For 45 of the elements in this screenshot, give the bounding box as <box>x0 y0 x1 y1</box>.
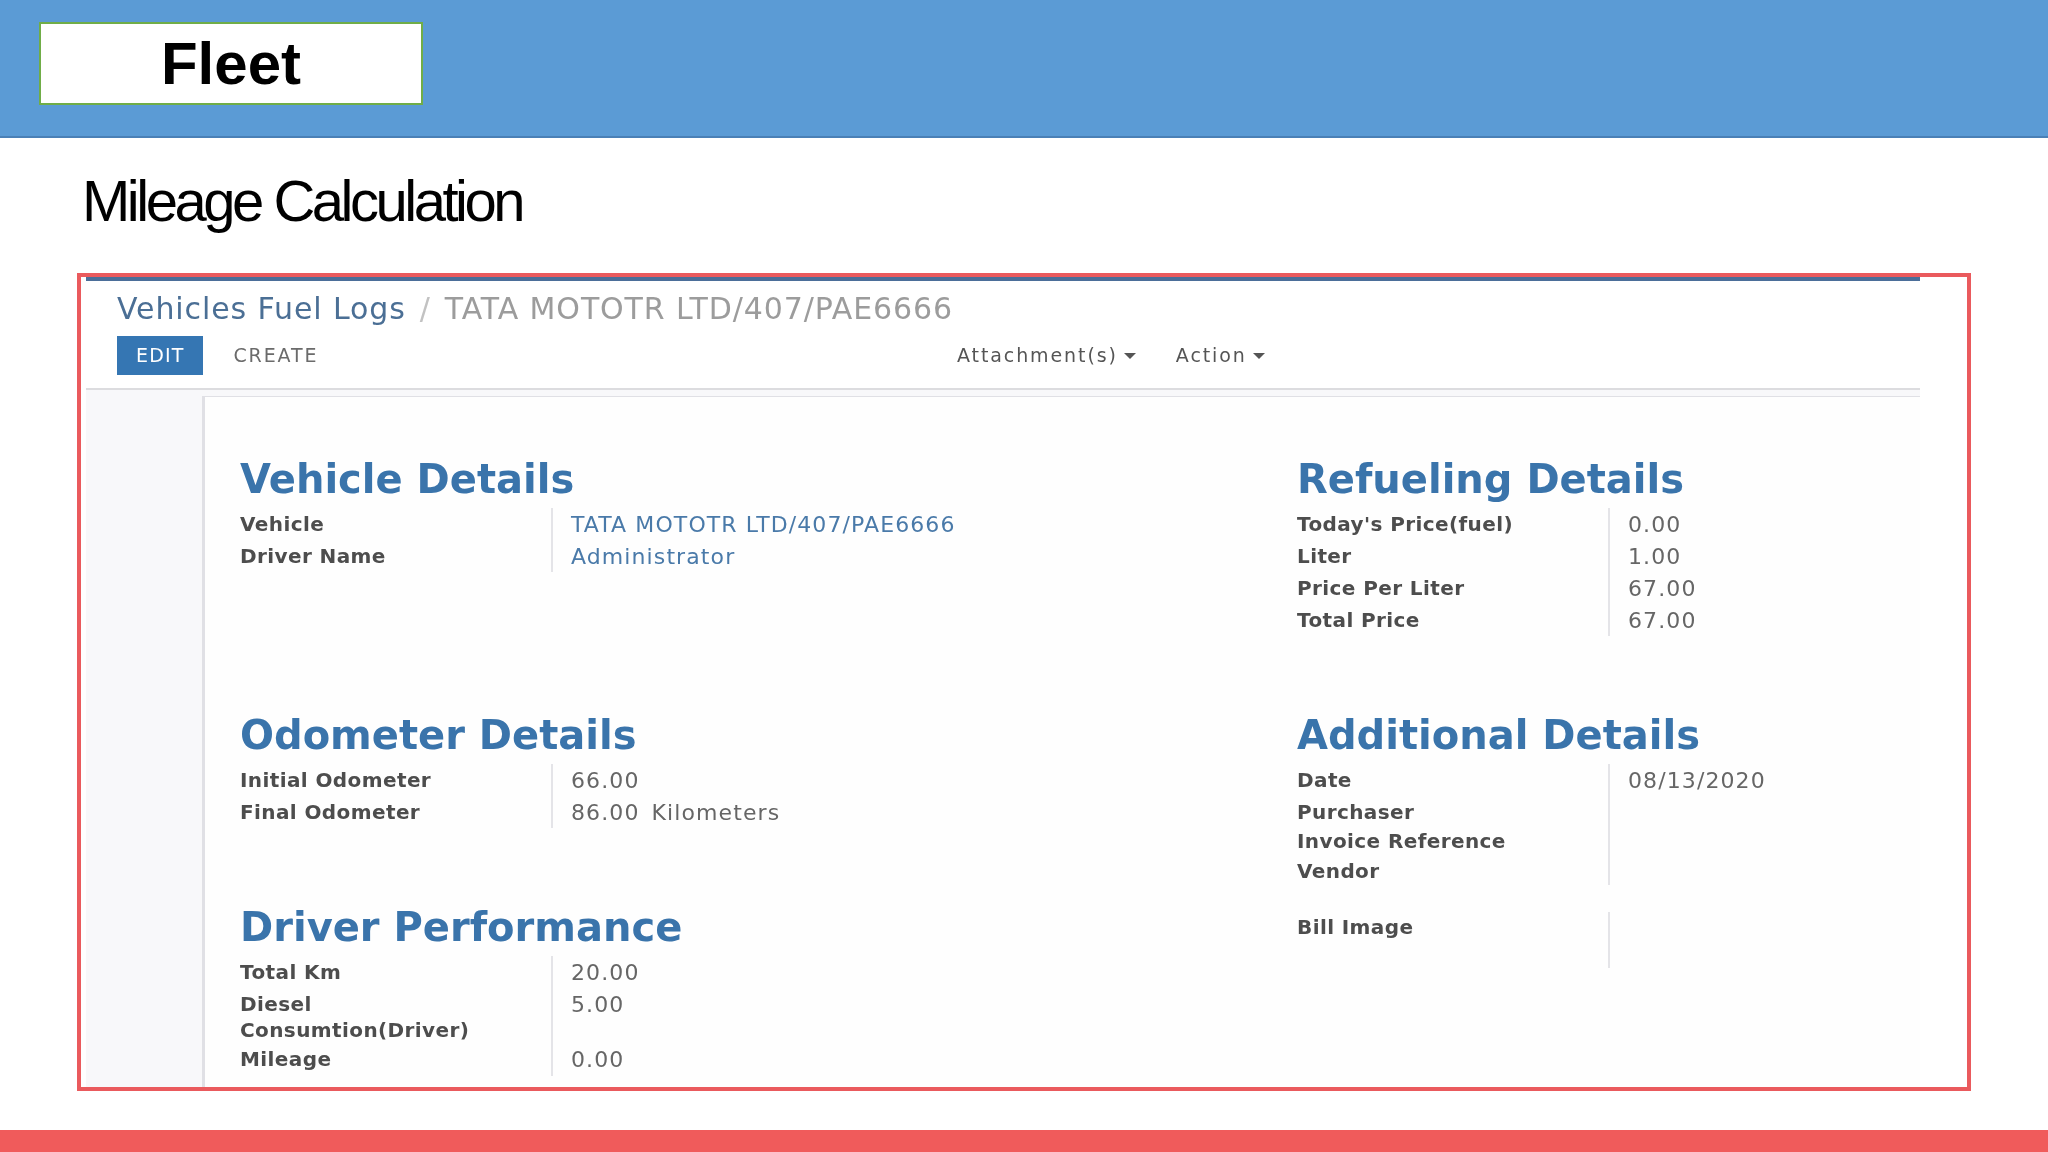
field-label: Price Per Liter <box>1297 575 1465 600</box>
field-label: Date <box>1297 767 1352 792</box>
breadcrumb-current: TATA MOTOTR LTD/407/PAE6666 <box>444 291 953 327</box>
field-value: 20.00 <box>571 959 640 985</box>
caret-icon <box>1252 352 1265 359</box>
field-label: Liter <box>1297 543 1352 568</box>
section-heading: Driver Performance <box>240 904 683 950</box>
section-title: Fleet <box>39 22 423 105</box>
field-label: Diesel Consumtion(Driver) <box>240 991 470 1042</box>
field-label: Invoice Reference <box>1297 829 1506 853</box>
field-label: Purchaser <box>1297 799 1415 824</box>
field-value: 0.00 <box>1628 511 1682 537</box>
section-heading: Odometer Details <box>240 712 637 758</box>
field-label: Vendor <box>1297 858 1380 883</box>
field-value: 08/13/2020 <box>1628 767 1766 793</box>
unit-label: Kilometers <box>651 799 781 825</box>
section-heading: Vehicle Details <box>240 456 575 502</box>
field-value: 67.00 <box>1628 575 1697 601</box>
field-label: Total Km <box>240 959 342 984</box>
field-label: Total Price <box>1297 607 1420 632</box>
field-link[interactable]: Administrator <box>571 543 736 569</box>
field-label: Initial Odometer <box>240 767 432 792</box>
field-link[interactable]: TATA MOTOTR LTD/407/PAE6666 <box>571 511 956 537</box>
field-value: 66.00 <box>571 767 640 793</box>
field-label: Driver Name <box>240 543 386 568</box>
field-label: Bill Image <box>1297 915 1414 939</box>
section-heading: Refueling Details <box>1297 456 1685 502</box>
field-value: 5.00 <box>571 991 625 1017</box>
dropdown-menu[interactable]: Attachment(s) <box>943 336 1150 375</box>
field-value: 67.00 <box>1628 607 1697 633</box>
dropdown-menu[interactable]: Action <box>1161 336 1279 375</box>
field-value: 86.00 <box>571 799 640 825</box>
field-value: 0.00 <box>571 1047 625 1072</box>
section-heading: Additional Details <box>1297 712 1701 758</box>
field-label: Vehicle <box>240 511 325 536</box>
slide-title: Mileage Calculation <box>82 169 523 233</box>
edit-button[interactable]: EDIT <box>117 336 204 375</box>
create-button[interactable]: CREATE <box>219 336 333 375</box>
field-value: 1.00 <box>1628 543 1682 569</box>
caret-icon <box>1123 352 1136 359</box>
field-label: Mileage <box>240 1047 332 1071</box>
breadcrumb-separator: / <box>419 291 431 327</box>
field-label: Final Odometer <box>240 799 421 824</box>
breadcrumb-link[interactable]: Vehicles Fuel Logs <box>117 291 406 327</box>
field-label: Today's Price(fuel) <box>1297 511 1513 536</box>
